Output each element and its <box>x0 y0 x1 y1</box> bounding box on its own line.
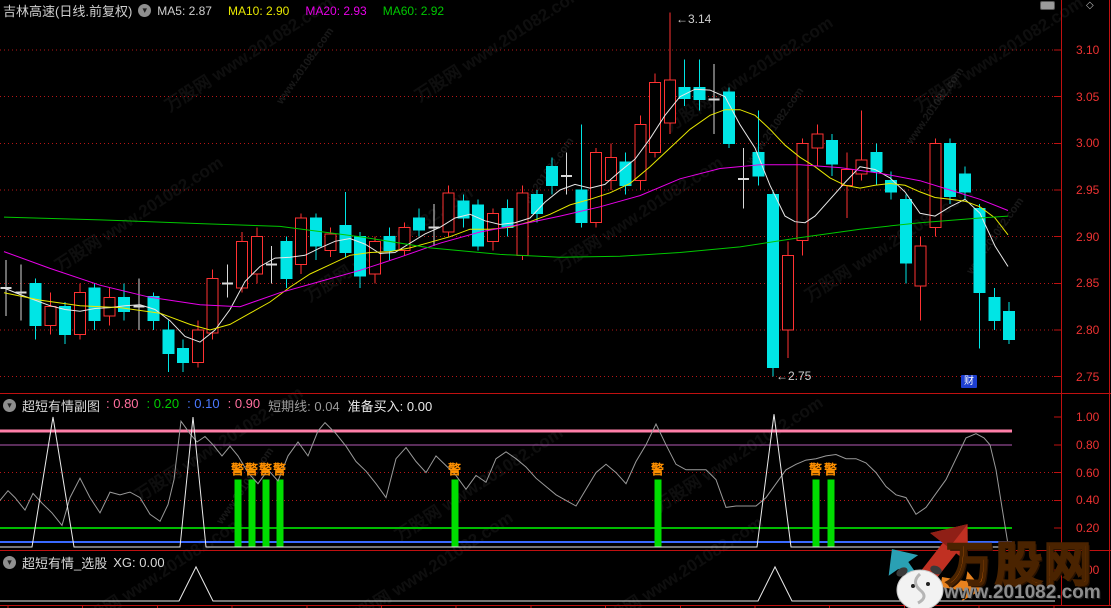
stock-chart-window: 万股网 www.201082.com万股网 www.201082.com万股网 … <box>0 0 1111 608</box>
calf-head-icon <box>895 564 943 608</box>
news-marker-icon[interactable]: 财 <box>961 375 977 388</box>
site-logo-url: www.201082.com <box>944 582 1101 604</box>
window-mini-icon[interactable] <box>1040 1 1055 10</box>
